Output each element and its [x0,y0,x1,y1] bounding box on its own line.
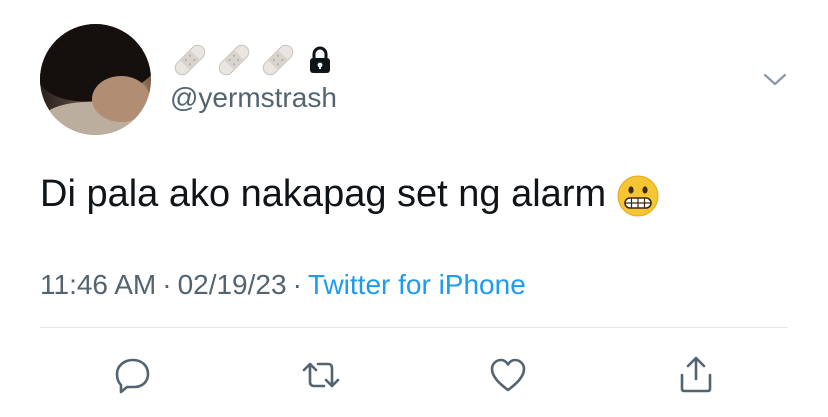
bandage-emoji [174,44,206,76]
tweet-time[interactable]: 11:46 AM [40,269,156,300]
tweet-text-content: Di pala ako nakapag set ng alarm [40,173,607,215]
tweet-meta: 11:46 AM · 02/19/23 · Twitter for iPhone [40,267,526,303]
grimacing-face-emoji [617,175,659,217]
tweet: @yermstrash Di pala ako nakapag set ng a… [0,0,828,417]
share-icon [680,356,712,393]
chevron-down-icon[interactable] [760,64,790,94]
retweet-button[interactable] [291,345,351,405]
reply-button[interactable] [103,345,163,405]
like-icon [490,358,526,392]
display-name[interactable] [170,40,334,80]
tweet-date[interactable]: 02/19/23 [178,269,287,300]
separator-dot: · [162,269,172,300]
separator-dot: · [292,269,302,300]
user-handle[interactable]: @yermstrash [170,81,337,115]
reply-icon [115,358,150,394]
bandage-emoji [262,44,294,76]
share-button[interactable] [666,345,726,405]
like-button[interactable] [478,345,538,405]
action-bar [0,345,828,405]
retweet-icon [302,362,340,388]
avatar[interactable] [40,24,151,135]
divider [40,327,788,328]
tweet-source-link[interactable]: Twitter for iPhone [308,269,526,300]
lock-icon [310,46,330,73]
bandage-emoji [218,44,250,76]
tweet-text: Di pala ako nakapag set ng alarm [40,170,660,218]
